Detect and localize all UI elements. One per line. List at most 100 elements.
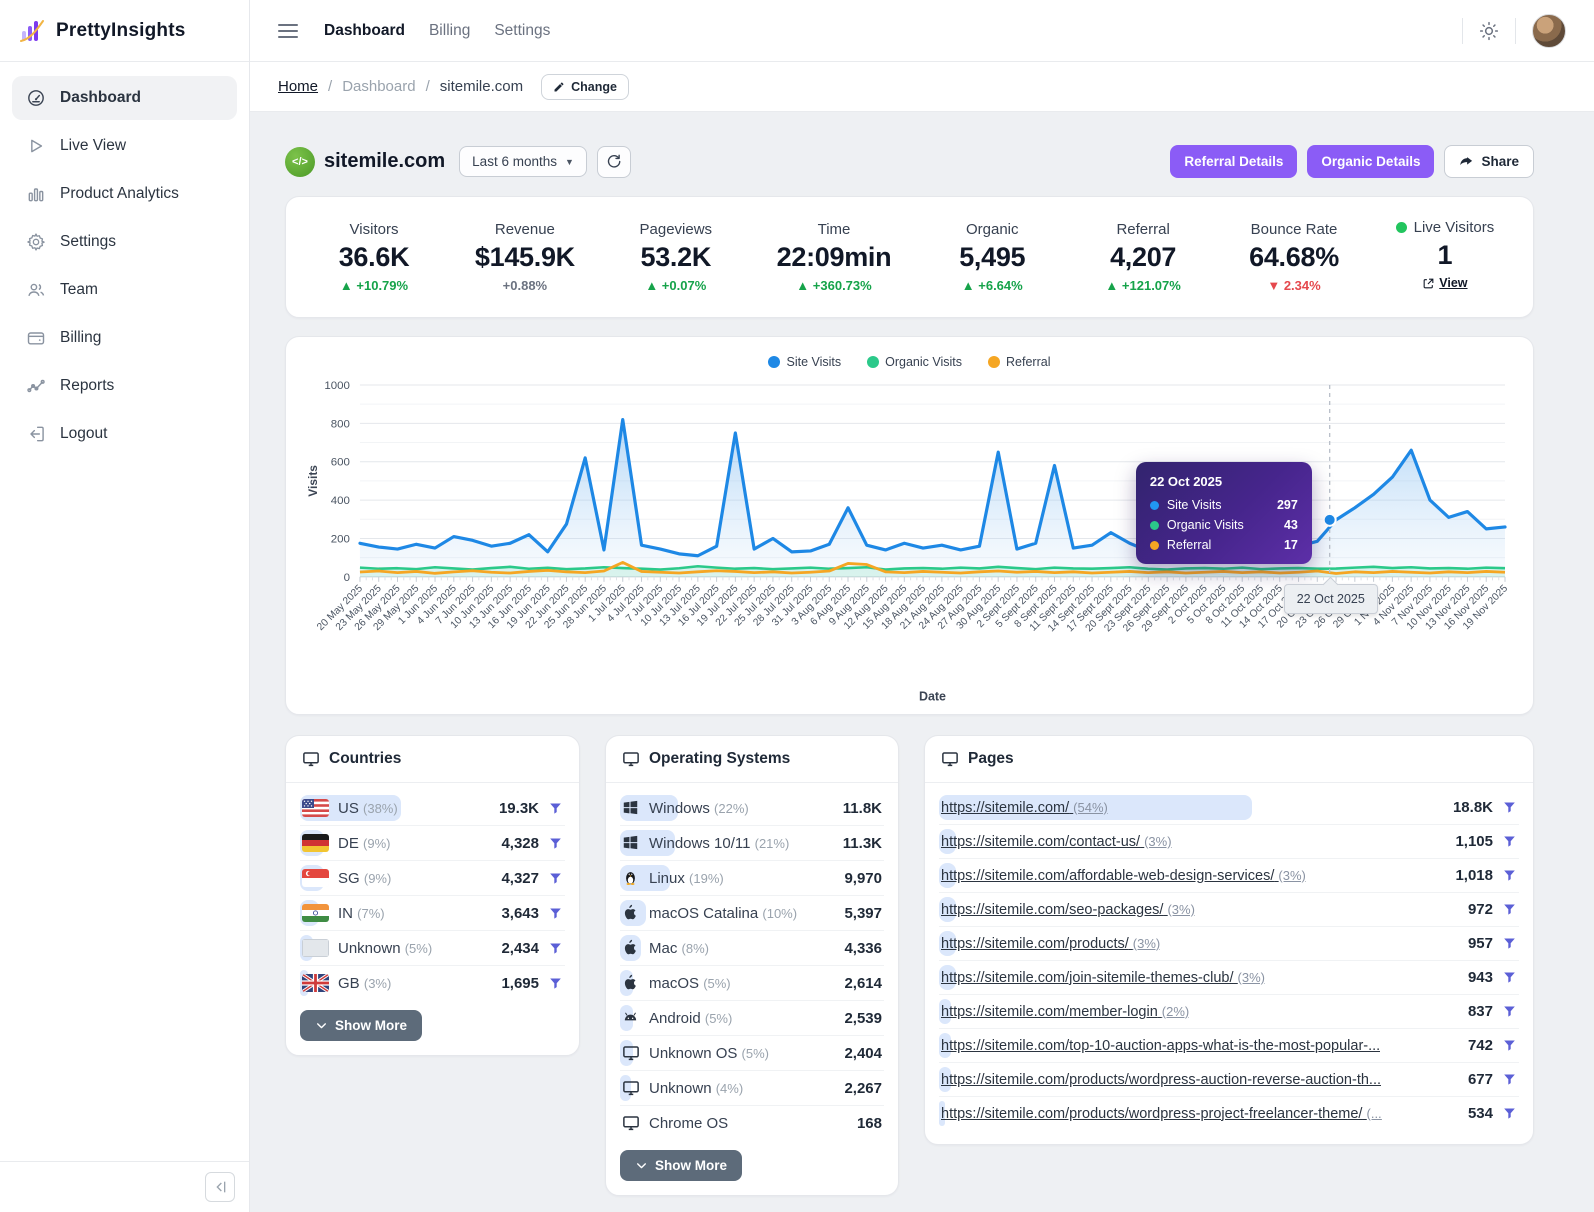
legend-organic-visits[interactable]: Organic Visits	[867, 355, 962, 369]
os-row: Windows 10/11 (21%) 11.3K	[620, 826, 884, 862]
filter-funnel-icon[interactable]	[1502, 1038, 1517, 1053]
page-link[interactable]: https://sitemile.com/seo-packages/ (3%)	[941, 902, 1195, 918]
os-row: Android (5%) 2,539	[620, 1001, 884, 1037]
filter-funnel-icon[interactable]	[548, 941, 563, 956]
sidebar-collapse-button[interactable]	[205, 1172, 235, 1202]
filter-funnel-icon[interactable]	[1502, 800, 1517, 815]
theme-toggle-sun-icon[interactable]	[1479, 21, 1499, 41]
sidebar-item-settings[interactable]: Settings	[12, 220, 237, 264]
brand-name: PrettyInsights	[56, 19, 186, 41]
filter-funnel-icon[interactable]	[548, 976, 563, 991]
referral-details-button[interactable]: Referral Details	[1170, 145, 1298, 178]
page-link[interactable]: https://sitemile.com/products/ (3%)	[941, 936, 1160, 952]
filter-funnel-icon[interactable]	[1502, 970, 1517, 985]
row-value: 2,539	[844, 1009, 882, 1027]
pencil-icon	[554, 82, 564, 91]
legend-referral[interactable]: Referral	[988, 355, 1051, 369]
bars-icon	[26, 184, 46, 204]
stat-value: 4,207	[1110, 241, 1177, 272]
sidebar-item-live-view[interactable]: Live View	[12, 124, 237, 168]
chart-legend: Site Visits Organic Visits Referral	[302, 351, 1517, 371]
country-row: DE (9%) 4,328	[300, 826, 565, 862]
page-link[interactable]: https://sitemile.com/ (54%)	[941, 800, 1108, 816]
page-link[interactable]: https://sitemile.com/member-login (2%)	[941, 1004, 1189, 1020]
page-link[interactable]: https://sitemile.com/affordable-web-desi…	[941, 868, 1306, 884]
filter-funnel-icon[interactable]	[1502, 936, 1517, 951]
top-nav-dashboard[interactable]: Dashboard	[324, 22, 405, 40]
top-nav-billing[interactable]: Billing	[429, 22, 470, 40]
app-window: PrettyInsights Dashboard Live View Product…	[0, 0, 1594, 1212]
legend-dot	[768, 355, 781, 368]
filter-funnel-icon[interactable]	[1502, 1106, 1517, 1121]
divider	[1462, 17, 1463, 44]
row-value: 19.3K	[498, 799, 539, 817]
stat-delta: ▲ +0.07%	[645, 277, 707, 293]
filter-funnel-icon[interactable]	[548, 871, 563, 886]
stat-delta: ▲ +121.07%	[1105, 277, 1181, 293]
country-row: IN (7%) 3,643	[300, 896, 565, 932]
change-site-button[interactable]: Change	[541, 73, 629, 100]
sidebar-item-team[interactable]: Team	[12, 268, 237, 312]
filter-funnel-icon[interactable]	[548, 801, 563, 816]
organic-details-button[interactable]: Organic Details	[1307, 145, 1435, 178]
page-link[interactable]: https://sitemile.com/products/wordpress-…	[941, 1072, 1381, 1088]
date-range-dropdown[interactable]: Last 6 months ▼	[459, 146, 587, 177]
svg-text:200: 200	[331, 533, 350, 545]
os-row: macOS Catalina (10%) 5,397	[620, 896, 884, 932]
header-actions: Referral Details Organic Details Share	[1170, 145, 1534, 178]
monitor-icon	[622, 1079, 640, 1097]
os-row: Linux (19%) 9,970	[620, 861, 884, 897]
refresh-icon	[608, 154, 621, 168]
filter-funnel-icon[interactable]	[1502, 834, 1517, 849]
sidebar-item-billing[interactable]: Billing	[12, 316, 237, 360]
page-row: https://sitemile.com/products/ (3%) 957	[939, 927, 1519, 962]
refresh-button[interactable]	[596, 145, 631, 178]
monitor-icon	[622, 1114, 640, 1132]
sidebar-item-label: Reports	[60, 377, 115, 394]
row-value: 2,434	[501, 939, 539, 957]
sidebar-footer	[0, 1161, 249, 1212]
sidebar: PrettyInsights Dashboard Live View Product…	[0, 0, 250, 1212]
country-row: SG (9%) 4,327	[300, 861, 565, 897]
top-nav-settings[interactable]: Settings	[494, 22, 550, 40]
visits-chart[interactable]: 0 200 400 600 800 1000 20 May 2025 23 May 2025 2…	[302, 371, 1517, 709]
filter-funnel-icon[interactable]	[1502, 1004, 1517, 1019]
breadcrumb-home-link[interactable]: Home	[278, 78, 318, 95]
sidebar-item-reports[interactable]: Reports	[12, 364, 237, 408]
page-link[interactable]: https://sitemile.com/top-10-auction-apps…	[941, 1038, 1380, 1054]
os-show-more-button[interactable]: Show More	[620, 1150, 743, 1182]
row-value: 677	[1467, 1071, 1493, 1089]
user-avatar[interactable]	[1532, 13, 1566, 48]
legend-site-visits[interactable]: Site Visits	[768, 355, 841, 369]
stat-value: 22:09min	[776, 241, 892, 272]
row-value: 837	[1467, 1003, 1493, 1021]
page-link[interactable]: https://sitemile.com/products/wordpress-…	[941, 1106, 1382, 1122]
country-row: US (38%) 19.3K	[300, 791, 565, 827]
sidebar-item-label: Dashboard	[60, 89, 141, 106]
filter-funnel-icon[interactable]	[548, 906, 563, 921]
filter-funnel-icon[interactable]	[1502, 868, 1517, 883]
live-visitors-view-link[interactable]: View	[1422, 276, 1468, 290]
tooltip-date: 22 Oct 2025	[1149, 474, 1223, 490]
stats-summary-card: Visitors 36.6K ▲ +10.79% Revenue $145.9K +0.8…	[285, 196, 1534, 318]
stat-delta: +0.88%	[502, 277, 548, 293]
stat-value: 36.6K	[338, 241, 410, 272]
sidebar-item-dashboard[interactable]: Dashboard	[12, 76, 237, 120]
page-link[interactable]: https://sitemile.com/contact-us/ (3%)	[941, 834, 1172, 850]
countries-show-more-button[interactable]: Show More	[300, 1010, 423, 1042]
row-value: 943	[1467, 969, 1493, 987]
filter-funnel-icon[interactable]	[1502, 1072, 1517, 1087]
page-link[interactable]: https://sitemile.com/join-sitemile-theme…	[941, 970, 1265, 986]
share-button[interactable]: Share	[1444, 145, 1534, 178]
filter-funnel-icon[interactable]	[1502, 902, 1517, 917]
row-value: 2,404	[844, 1044, 882, 1062]
filter-funnel-icon[interactable]	[548, 836, 563, 851]
sidebar-item-logout[interactable]: Logout	[12, 412, 237, 456]
sidebar-item-product-analytics[interactable]: Product Analytics	[12, 172, 237, 216]
menu-icon[interactable]	[278, 23, 298, 38]
os-row: Windows (22%) 11.8K	[620, 791, 884, 827]
row-value: 11.8K	[842, 799, 882, 817]
users-icon	[26, 280, 46, 300]
legend-dot	[988, 355, 1001, 368]
top-nav: Dashboard Billing Settings	[324, 22, 550, 40]
